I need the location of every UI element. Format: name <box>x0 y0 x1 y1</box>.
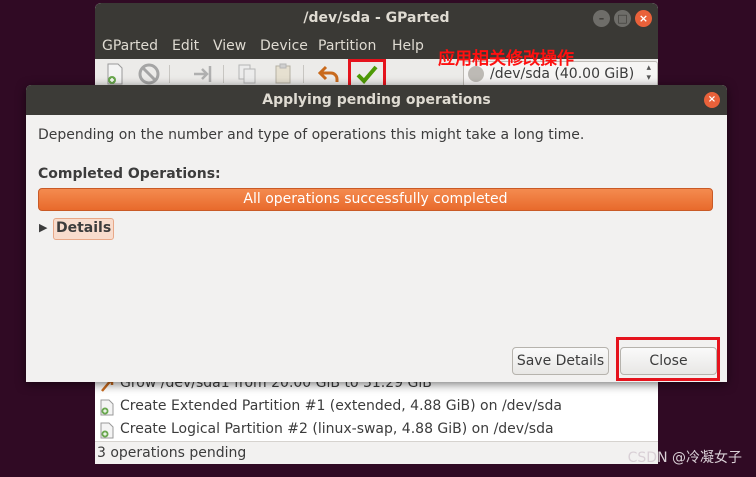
menu-partition[interactable]: Partition <box>318 38 376 54</box>
paste-icon[interactable] <box>271 62 295 86</box>
dialog-title: Applying pending operations <box>262 92 491 108</box>
completed-operations-heading: Completed Operations: <box>38 166 221 182</box>
menu-help[interactable]: Help <box>392 38 424 54</box>
watermark: CSDN @冷凝女子 <box>627 450 742 466</box>
details-expander[interactable]: Details <box>53 218 115 240</box>
close-button-highlight <box>616 337 720 381</box>
close-window-icon[interactable]: × <box>635 10 652 27</box>
operation-text: Create Extended Partition #1 (extended, … <box>120 398 562 414</box>
annotation-label: 应用相关修改操作 <box>438 49 574 69</box>
menu-view[interactable]: View <box>213 38 246 54</box>
toolbar-separator <box>223 65 224 83</box>
combo-arrows-icon: ▴ ▾ <box>646 63 651 83</box>
pending-operations-list: Grow /dev/sda1 from 20.00 GiB to 31.29 G… <box>95 373 658 441</box>
list-item[interactable]: Create Logical Partition #2 (linux-swap,… <box>95 419 658 442</box>
dialog-message: Depending on the number and type of oper… <box>38 127 585 143</box>
new-partition-icon <box>100 422 114 439</box>
main-titlebar[interactable]: /dev/sda - GParted – □ × <box>95 3 658 34</box>
toolbar-separator <box>303 65 304 83</box>
resize-move-icon[interactable] <box>191 62 215 86</box>
list-item[interactable]: Create Extended Partition #1 (extended, … <box>95 396 658 419</box>
menu-gparted[interactable]: GParted <box>102 38 158 54</box>
operation-text: Create Logical Partition #2 (linux-swap,… <box>120 421 554 437</box>
new-partition-icon <box>100 399 114 416</box>
save-details-button[interactable]: Save Details <box>512 347 609 375</box>
new-partition-icon[interactable] <box>103 62 127 86</box>
delete-partition-icon[interactable] <box>137 62 161 86</box>
main-window-title: /dev/sda - GParted <box>303 10 450 26</box>
toolbar-separator <box>169 65 170 83</box>
dialog-titlebar[interactable]: Applying pending operations × <box>26 85 727 115</box>
status-bar: 3 operations pending <box>95 441 658 464</box>
status-text: 3 operations pending <box>97 445 247 461</box>
maximize-icon[interactable]: □ <box>614 10 631 27</box>
progress-bar: All operations successfully completed <box>38 188 713 211</box>
expander-arrow-icon[interactable]: ▶ <box>39 221 47 234</box>
minimize-icon[interactable]: – <box>593 10 610 27</box>
close-icon[interactable]: × <box>704 92 720 108</box>
copy-icon[interactable] <box>235 62 259 86</box>
menu-edit[interactable]: Edit <box>172 38 199 54</box>
progress-text: All operations successfully completed <box>243 191 508 207</box>
undo-icon[interactable] <box>317 62 341 86</box>
menu-device[interactable]: Device <box>260 38 308 54</box>
